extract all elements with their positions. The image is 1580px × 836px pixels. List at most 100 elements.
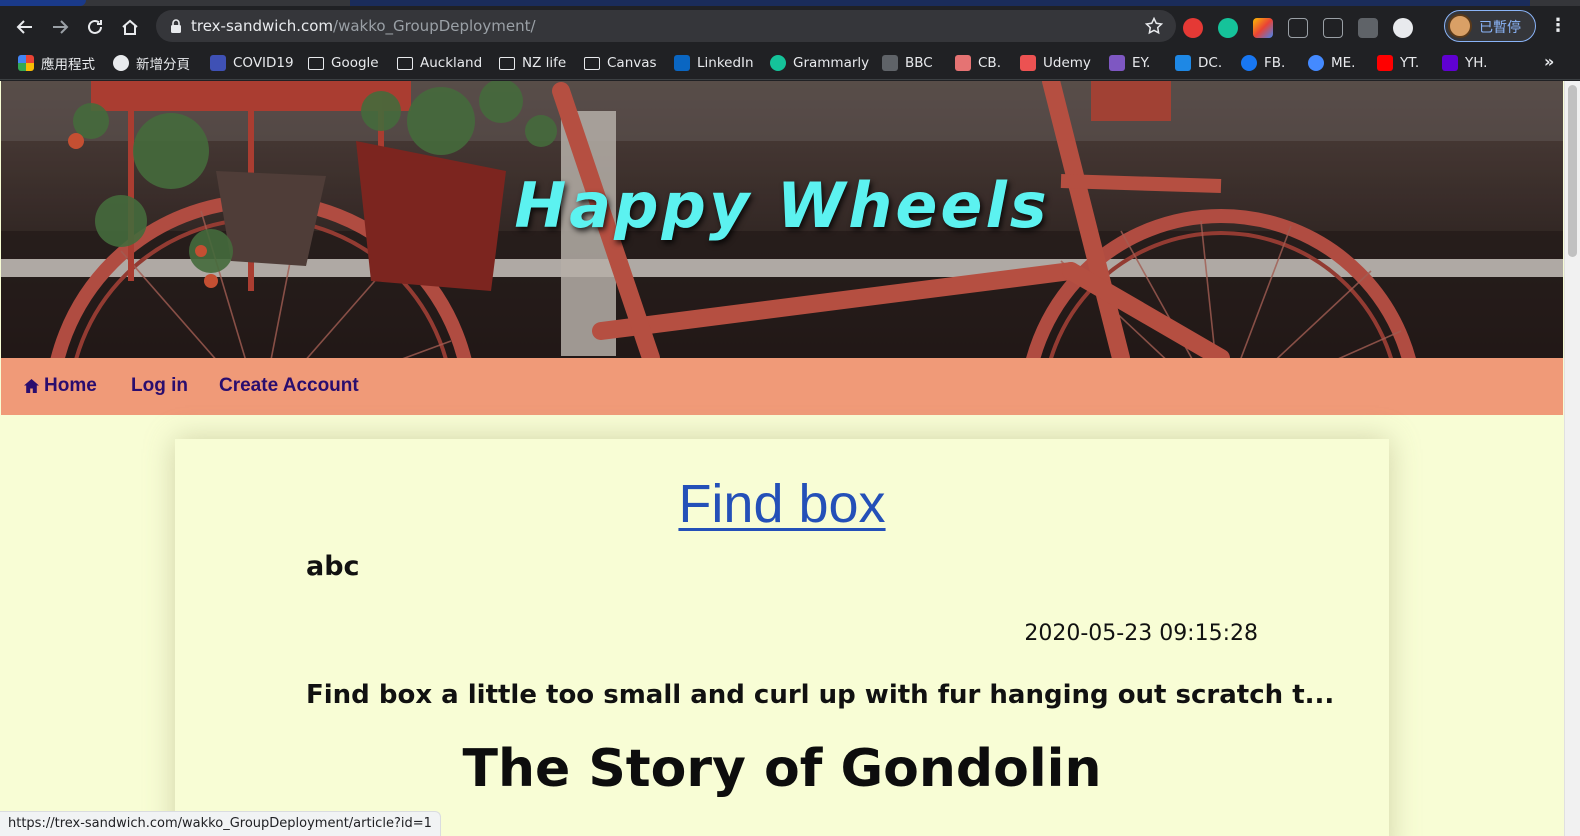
apps-grid-icon (18, 55, 34, 71)
covid-icon (210, 55, 226, 71)
bookmark-folder-nz-life[interactable]: NZ life (499, 53, 566, 73)
bookmark-ey[interactable]: EY. (1109, 53, 1150, 73)
ext-ticket-icon[interactable] (1358, 18, 1378, 38)
bookmark-folder-google[interactable]: Google (308, 53, 379, 73)
bookmark-label: 應用程式 (41, 57, 95, 73)
bookmark-label: Google (331, 55, 379, 71)
grammarly-icon (770, 55, 786, 71)
article-excerpt: Find box a little too small and curl up … (306, 680, 1335, 710)
bookmark-facebook[interactable]: FB. (1241, 53, 1285, 73)
home-icon (24, 379, 39, 393)
globe-icon (113, 55, 129, 71)
article-timestamp: 2020-05-23 09:15:28 (1024, 621, 1258, 646)
home-button[interactable] (117, 14, 143, 40)
url-path: /wakko_GroupDeployment/ (333, 17, 536, 35)
lock-icon[interactable] (168, 18, 184, 34)
bookmark-label: FB. (1264, 55, 1286, 71)
reload-button[interactable] (82, 14, 108, 40)
home-icon (122, 19, 138, 35)
cb-icon (955, 55, 971, 71)
address-bar[interactable]: trex-sandwich.com/wakko_GroupDeployment/ (156, 10, 1176, 42)
article-subtitle: abc (306, 551, 360, 582)
url-text: trex-sandwich.com/wakko_GroupDeployment/ (191, 17, 536, 35)
bookmark-cb[interactable]: CB. (955, 53, 1001, 73)
forward-button[interactable] (47, 14, 73, 40)
bookmark-label: YH. (1465, 55, 1488, 71)
page-scrollbar[interactable] (1564, 81, 1580, 836)
folder-icon (308, 56, 324, 70)
folder-icon (397, 56, 413, 70)
bookmark-label: NZ life (522, 55, 567, 71)
bookmark-label: Canvas (607, 55, 657, 71)
bookmark-label: 新增分頁 (136, 57, 190, 73)
bookmark-label: LinkedIn (697, 55, 754, 71)
bookmark-label: Grammarly (793, 55, 870, 71)
nav-login-label: Log in (131, 375, 188, 396)
bookmarks-overflow-icon[interactable]: » (1544, 52, 1554, 71)
dc-icon (1175, 55, 1191, 71)
bookmark-star-icon[interactable] (1144, 16, 1164, 36)
facebook-icon (1241, 55, 1257, 71)
article-card: Find box abc 2020-05-23 09:15:28 Find bo… (175, 439, 1389, 836)
bookmark-udemy[interactable]: Udemy (1020, 53, 1091, 73)
bookmark-label: BBC (905, 55, 933, 71)
bookmark-grammarly[interactable]: Grammarly (770, 53, 869, 73)
bookmark-folder-auckland[interactable]: Auckland (397, 53, 482, 73)
bookmark-youtube[interactable]: YT. (1377, 53, 1419, 73)
folder-icon (584, 56, 600, 70)
bookmark-apps[interactable]: 應用程式 (18, 53, 95, 73)
ext-open-external-icon[interactable] (1323, 18, 1343, 38)
article-title-link[interactable]: Find box (678, 474, 885, 534)
browser-menu-icon[interactable]: ⋮ (1548, 16, 1568, 36)
ext-photos-icon[interactable] (1253, 18, 1273, 38)
bookmark-new-tab[interactable]: 新增分頁 (113, 53, 190, 73)
browser-toolbar: trex-sandwich.com/wakko_GroupDeployment/… (0, 6, 1580, 46)
linkedin-icon (674, 55, 690, 71)
hero-banner: Happy Wheels (1, 81, 1563, 358)
bookmark-dc[interactable]: DC. (1175, 53, 1222, 73)
bookmark-label: ME. (1331, 55, 1356, 71)
bbc-icon (882, 55, 898, 71)
nav-create-account-label: Create Account (219, 375, 359, 396)
bookmark-label: EY. (1132, 55, 1151, 71)
ext-hand-icon[interactable] (1183, 18, 1203, 38)
article-title: Find box (175, 473, 1389, 535)
bookmark-linkedin[interactable]: LinkedIn (674, 53, 754, 73)
bookmarks-bar: 應用程式 新增分頁 COVID19 Google Auckland NZ lif… (0, 46, 1580, 80)
scrollbar-thumb[interactable] (1568, 85, 1577, 257)
nav-home-label: Home (44, 375, 97, 396)
nav-home-link[interactable]: Home (23, 375, 97, 397)
messenger-icon (1308, 55, 1324, 71)
bookmark-covid19[interactable]: COVID19 (210, 53, 294, 73)
bookmark-label: Auckland (420, 55, 483, 71)
bookmark-bbc[interactable]: BBC (882, 53, 933, 73)
ey-icon (1109, 55, 1125, 71)
reload-icon (88, 19, 102, 34)
folder-icon (499, 56, 515, 70)
bookmark-messenger[interactable]: ME. (1308, 53, 1355, 73)
ext-circle-icon[interactable] (1393, 18, 1413, 38)
bookmark-folder-canvas[interactable]: Canvas (584, 53, 657, 73)
arrow-right-icon (53, 20, 69, 34)
bookmark-label: COVID19 (233, 55, 294, 71)
back-button[interactable] (12, 14, 38, 40)
site-navbar: Home Log in Create Account (1, 358, 1563, 415)
nav-login-link[interactable]: Log in (131, 375, 188, 397)
site-title: Happy Wheels (514, 169, 1050, 242)
web-page: Happy Wheels Home Log in Create Account … (0, 81, 1564, 836)
ext-grammarly-icon[interactable] (1218, 18, 1238, 38)
profile-button[interactable]: 已暫停 (1444, 10, 1536, 42)
arrow-left-icon (16, 20, 32, 34)
bookmark-label: YT. (1400, 55, 1420, 71)
youtube-icon (1377, 55, 1393, 71)
profile-status-label: 已暫停 (1479, 20, 1521, 36)
yahoo-icon (1442, 55, 1458, 71)
ext-fullscreen-icon[interactable] (1288, 18, 1308, 38)
url-host: trex-sandwich.com (191, 17, 334, 35)
bookmark-yahoo[interactable]: YH. (1442, 53, 1487, 73)
avatar (1448, 14, 1472, 38)
bookmark-label: CB. (978, 55, 1001, 71)
nav-create-account-link[interactable]: Create Account (219, 375, 359, 397)
next-article-title: The Story of Gondolin (462, 739, 1102, 799)
bookmark-label: Udemy (1043, 55, 1091, 71)
